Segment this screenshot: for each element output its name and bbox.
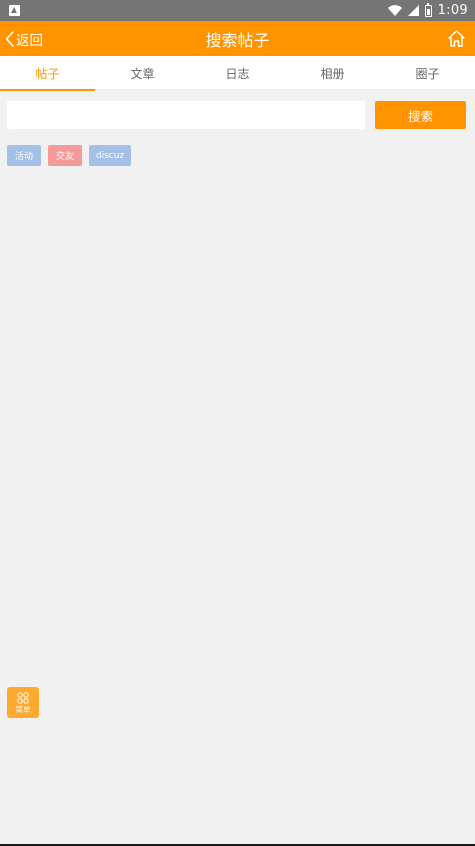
- search-button[interactable]: 搜索: [375, 101, 466, 129]
- tab-blogs[interactable]: 日志: [190, 56, 285, 90]
- tab-articles[interactable]: 文章: [95, 56, 190, 90]
- tag-dating[interactable]: 交友: [48, 145, 82, 166]
- nav-bar: 返回 搜索帖子: [0, 21, 475, 56]
- tab-bar: 帖子 文章 日志 相册 圈子: [0, 56, 475, 91]
- battery-icon: [424, 2, 432, 17]
- tab-groups[interactable]: 圈子: [380, 56, 475, 90]
- home-button[interactable]: [447, 29, 466, 48]
- status-bar: 1:09: [0, 0, 475, 21]
- back-button[interactable]: 返回: [4, 21, 43, 56]
- tag-activity[interactable]: 活动: [7, 145, 41, 166]
- tab-posts[interactable]: 帖子: [0, 56, 95, 91]
- wifi-icon: [387, 5, 402, 16]
- floating-menu-button[interactable]: 菜单: [7, 687, 39, 718]
- tab-albums[interactable]: 相册: [285, 56, 380, 90]
- back-label: 返回: [16, 32, 43, 49]
- notification-icon: [9, 5, 20, 16]
- status-time: 1:09: [437, 3, 468, 18]
- grid-icon: [17, 691, 29, 704]
- chevron-left-icon: [5, 30, 14, 47]
- menu-label: 菜单: [15, 704, 31, 714]
- status-left: [9, 5, 20, 16]
- search-input[interactable]: [7, 101, 365, 129]
- home-icon: [448, 30, 465, 47]
- signal-icon: [407, 5, 419, 16]
- status-right: 1:09: [387, 2, 468, 18]
- page-title: 搜索帖子: [205, 30, 270, 50]
- tag-discuz[interactable]: discuz: [89, 145, 131, 166]
